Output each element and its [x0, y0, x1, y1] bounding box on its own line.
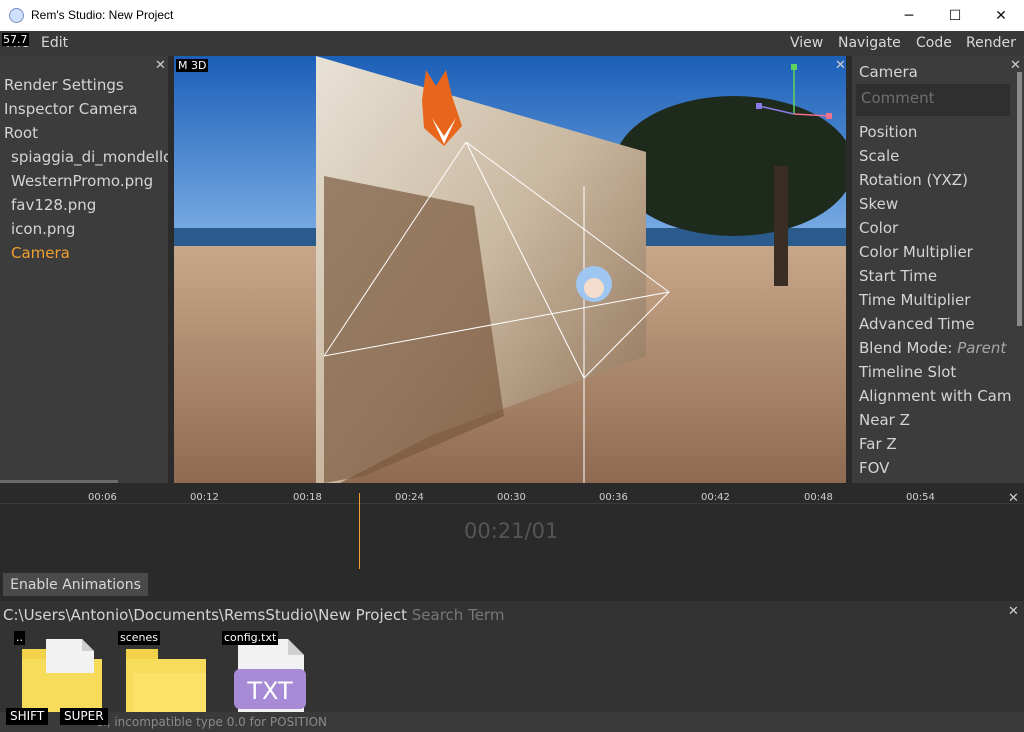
timeline-tick: 00:30 [497, 492, 526, 503]
svg-text:TXT: TXT [246, 677, 293, 705]
tree-item-western-promo[interactable]: WesternPromo.png [11, 172, 153, 190]
scene-tree-panel: ✕ Render Settings Inspector Camera Root … [0, 56, 168, 483]
file-entry-parent[interactable]: .. [12, 629, 112, 719]
file-explorer: ✕ C:\Users\Antonio\Documents\RemsStudio\… [0, 601, 1024, 732]
menu-code[interactable]: Code [916, 35, 952, 51]
title-bar: Rem's Studio: New Project ─ ☐ ✕ [0, 0, 1024, 31]
timeline-playhead[interactable] [359, 493, 360, 569]
prop-blend-mode-value[interactable]: Parent [957, 339, 1006, 357]
prop-start-time[interactable]: Start Time [859, 267, 937, 285]
timeline[interactable]: ✕ 00:06 00:12 00:18 00:24 00:30 00:36 00… [0, 483, 1024, 571]
prop-timeline-slot[interactable]: Timeline Slot [859, 363, 956, 381]
file-entry-name: scenes [118, 631, 161, 645]
close-button[interactable]: ✕ [978, 0, 1024, 31]
timeline-tick: 00:12 [190, 492, 219, 503]
tree-item-icon[interactable]: icon.png [11, 220, 75, 238]
tree-item-camera[interactable]: Camera [11, 244, 70, 262]
menu-navigate[interactable]: Navigate [838, 35, 901, 51]
maximize-button[interactable]: ☐ [932, 0, 978, 31]
tree-item-fav128[interactable]: fav128.png [11, 196, 96, 214]
timeline-tick: 00:42 [701, 492, 730, 503]
key-shift-indicator: SHIFT [6, 708, 49, 725]
fps-counter: 57.7 [2, 33, 29, 46]
prop-blend-mode[interactable]: Blend Mode: Parent [859, 339, 1006, 357]
prop-rotation[interactable]: Rotation (YXZ) [859, 171, 968, 189]
viewport-close-icon[interactable]: ✕ [835, 59, 846, 72]
prop-alignment[interactable]: Alignment with Camera [859, 387, 1011, 405]
explorer-path: C:\Users\Antonio\Documents\RemsStudio\Ne… [3, 606, 407, 624]
prop-near-z[interactable]: Near Z [859, 411, 910, 429]
properties-scrollbar[interactable] [1017, 72, 1022, 326]
timeline-tick: 00:36 [599, 492, 628, 503]
enable-animations-button[interactable]: Enable Animations [3, 573, 148, 596]
animation-bar: Enable Animations [0, 571, 1024, 601]
timeline-tick: 00:48 [804, 492, 833, 503]
viewport-render [174, 56, 846, 483]
status-message: el, incompatible type 0.0 for POSITION [96, 715, 328, 729]
tree-close-icon[interactable]: ✕ [155, 59, 166, 72]
timeline-tick: 00:18 [293, 492, 322, 503]
prop-scale[interactable]: Scale [859, 147, 899, 165]
minimize-button[interactable]: ─ [886, 0, 932, 31]
current-time: 00:21/01 [464, 519, 559, 543]
scene-viewport[interactable]: M 3D ✕ [174, 56, 846, 483]
file-entry-config[interactable]: TXT config.txt [220, 629, 320, 719]
properties-close-icon[interactable]: ✕ [1010, 59, 1021, 72]
comment-input[interactable]: Comment [856, 84, 1010, 116]
prop-color-multiplier[interactable]: Color Multiplier [859, 243, 973, 261]
prop-fov[interactable]: FOV [859, 459, 889, 477]
explorer-path-bar[interactable]: C:\Users\Antonio\Documents\RemsStudio\Ne… [3, 606, 504, 624]
tree-item-root[interactable]: Root [4, 124, 38, 142]
timeline-tick: 00:24 [395, 492, 424, 503]
prop-blend-mode-label: Blend Mode: [859, 339, 958, 357]
tree-item-spiaggia[interactable]: spiaggia_di_mondello [11, 148, 168, 166]
folder-up-icon [22, 639, 102, 719]
timeline-tick: 00:54 [906, 492, 935, 503]
comment-placeholder: Comment [861, 89, 935, 107]
timeline-tick: 00:06 [88, 492, 117, 503]
file-entry-name: .. [14, 631, 25, 645]
menu-view[interactable]: View [790, 35, 823, 51]
file-entry-scenes[interactable]: scenes [116, 629, 216, 719]
viewport-mode-badge[interactable]: M [176, 59, 190, 72]
viewport-3d-badge[interactable]: 3D [189, 59, 209, 72]
app-icon [9, 8, 24, 23]
prop-skew[interactable]: Skew [859, 195, 898, 213]
properties-header: Camera [859, 63, 918, 81]
explorer-close-icon[interactable]: ✕ [1008, 605, 1019, 618]
prop-advanced-time[interactable]: Advanced Time [859, 315, 975, 333]
prop-far-z[interactable]: Far Z [859, 435, 897, 453]
prop-color[interactable]: Color [859, 219, 898, 237]
tree-item-inspector-camera[interactable]: Inspector Camera [4, 100, 138, 118]
window-title: Rem's Studio: New Project [31, 8, 174, 22]
menu-edit[interactable]: Edit [41, 35, 68, 51]
tree-item-render-settings[interactable]: Render Settings [4, 76, 124, 94]
file-entry-name: config.txt [222, 631, 279, 645]
menu-bar: File Edit View Navigate Code Render [0, 31, 1024, 56]
key-super-indicator: SUPER [60, 708, 108, 725]
menu-render[interactable]: Render [966, 35, 1016, 51]
prop-position[interactable]: Position [859, 123, 917, 141]
status-bar: el, incompatible type 0.0 for POSITION [0, 712, 1024, 732]
prop-time-multiplier[interactable]: Time Multiplier [859, 291, 970, 309]
explorer-search-input[interactable]: Search Term [412, 606, 505, 624]
